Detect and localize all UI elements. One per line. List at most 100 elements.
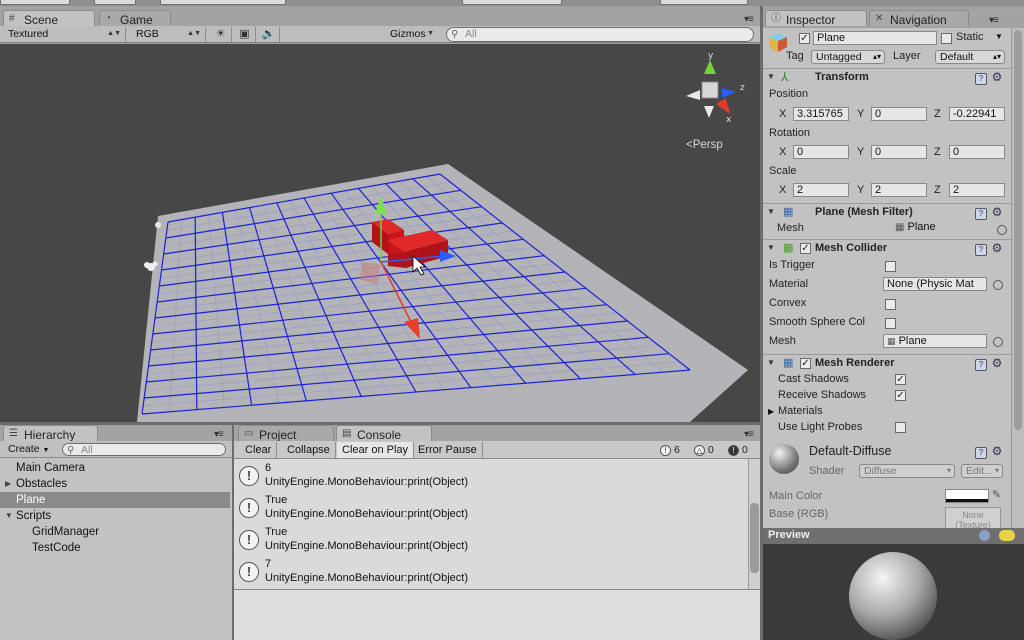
inspector-pane-menu-icon[interactable]: ▾≡ (989, 15, 999, 26)
is-trigger-checkbox[interactable] (885, 261, 896, 272)
log-count-toggle[interactable]: ! 6 (660, 443, 680, 457)
object-picker-icon[interactable] (993, 337, 1003, 347)
image-effects-toggle-icon[interactable]: ▣ (234, 27, 256, 42)
console-scroll-thumb[interactable] (750, 503, 759, 573)
tab-console[interactable]: ▤ Console (336, 425, 432, 442)
scene-search-input[interactable]: ⚲ All (446, 27, 754, 42)
foldout-triangle-icon[interactable]: ▼ (767, 207, 775, 216)
pivot-toggle-group[interactable] (94, 0, 136, 5)
hierarchy-item-main-camera[interactable]: Main Camera (0, 460, 230, 476)
error-count-toggle[interactable]: ! 0 (728, 443, 748, 457)
object-picker-icon[interactable] (993, 280, 1003, 290)
static-checkbox[interactable] (941, 33, 952, 44)
collider-mesh-field[interactable]: ▦ Plane (883, 334, 987, 348)
persp-label[interactable]: <Persp (686, 139, 723, 151)
gear-icon[interactable]: ⚙ (991, 242, 1003, 254)
tab-scene[interactable]: # Scene (3, 10, 95, 27)
layers-dropdown-stub[interactable] (660, 0, 748, 5)
inspector-scroll-thumb[interactable] (1014, 30, 1022, 430)
color-mode-dropdown[interactable]: RGB ▲▼ (132, 27, 206, 42)
error-pause-button[interactable]: Error Pause (413, 442, 483, 458)
playback-controls-left[interactable] (160, 0, 286, 5)
preview-sphere-toggle-icon[interactable] (979, 530, 990, 541)
hierarchy-item-scripts[interactable]: ▼ Scripts (0, 508, 230, 524)
help-book-icon[interactable]: ? (975, 73, 987, 85)
active-checkbox[interactable]: ✓ (799, 33, 810, 44)
scene-viewport[interactable]: y z x <Persp (0, 44, 760, 422)
clear-on-play-button[interactable]: Clear on Play (337, 442, 415, 458)
object-picker-icon[interactable] (997, 225, 1007, 235)
edit-shader-button[interactable]: Edit... ▾ (961, 464, 1003, 478)
tab-project[interactable]: ▭ Project (238, 425, 334, 442)
position-x-field[interactable]: 3.315765 (793, 107, 849, 121)
console-entry[interactable]: ! True UnityEngine.MonoBehaviour:print(O… (234, 491, 748, 523)
eyedropper-icon[interactable]: ✎ (992, 488, 1001, 501)
gizmos-dropdown[interactable]: Gizmos ▼ (386, 27, 438, 42)
tab-navigation[interactable]: ✕ Navigation (869, 10, 969, 27)
rotation-y-field[interactable]: 0 (871, 145, 927, 159)
transform-tools-group[interactable] (0, 0, 70, 5)
scale-y-field[interactable]: 2 (871, 183, 927, 197)
collapse-button[interactable]: Collapse (282, 442, 336, 458)
inspector-scrollbar[interactable] (1011, 28, 1024, 528)
mesh-renderer-header[interactable]: ▼ ▦ ✓ Mesh Renderer ? ⚙ (763, 354, 1011, 372)
mesh-collider-enabled-checkbox[interactable]: ✓ (800, 243, 811, 254)
hierarchy-search-input[interactable]: ⚲ All (62, 443, 226, 456)
shader-dropdown[interactable]: Diffuse ▾ (859, 464, 955, 478)
scene-pane-menu-icon[interactable]: ▾≡ (744, 14, 754, 25)
main-color-swatch[interactable] (945, 489, 989, 503)
console-entry[interactable]: ! 6 UnityEngine.MonoBehaviour:print(Obje… (234, 459, 748, 491)
mesh-field[interactable]: ▦ Plane (895, 221, 936, 233)
help-book-icon[interactable]: ? (975, 447, 987, 459)
smooth-sphere-checkbox[interactable] (885, 318, 896, 329)
receive-shadows-checkbox[interactable]: ✓ (895, 390, 906, 401)
physic-material-field[interactable]: None (Physic Mat (883, 277, 987, 291)
lighting-toggle-icon[interactable]: ☀ (210, 27, 232, 42)
console-pane-menu-icon[interactable]: ▾≡ (744, 429, 754, 440)
console-scrollbar[interactable] (748, 459, 760, 589)
hierarchy-item-obstacles[interactable]: ▶ Obstacles (0, 476, 230, 492)
foldout-triangle-icon[interactable]: ▼ (767, 72, 775, 81)
gear-icon[interactable]: ⚙ (991, 206, 1003, 218)
warning-count-toggle[interactable]: △ 0 (694, 443, 714, 457)
foldout-triangle-icon[interactable]: ▼ (767, 243, 775, 252)
tab-game[interactable]: ◔ Game (99, 10, 171, 27)
hierarchy-item-plane[interactable]: Plane (0, 492, 230, 508)
preview-lights-toggle-icon[interactable] (999, 530, 1015, 541)
tag-dropdown[interactable]: Untagged ▴▾ (811, 50, 885, 64)
mesh-filter-header[interactable]: ▼ ▦ Plane (Mesh Filter) ? ⚙ (763, 203, 1011, 221)
tab-hierarchy[interactable]: ☰ Hierarchy (3, 425, 98, 442)
tab-inspector[interactable]: ⓘ Inspector (765, 10, 867, 27)
collapse-triangle-icon[interactable]: ▼ (5, 508, 13, 524)
rotation-z-field[interactable]: 0 (949, 145, 1005, 159)
scene-view-gizmo[interactable] (686, 60, 736, 118)
position-y-field[interactable]: 0 (871, 107, 927, 121)
texture-slot[interactable]: None (Texture) (945, 507, 1001, 528)
convex-checkbox[interactable] (885, 299, 896, 310)
expand-triangle-icon[interactable]: ▶ (5, 476, 11, 492)
layer-dropdown[interactable]: Default ▴▾ (935, 50, 1005, 64)
render-mode-dropdown[interactable]: Textured ▲▼ (4, 27, 126, 42)
hierarchy-item-testcode[interactable]: TestCode (0, 540, 230, 556)
static-dropdown-arrow-icon[interactable]: ▼ (995, 32, 1003, 41)
help-book-icon[interactable]: ? (975, 359, 987, 371)
audio-toggle-icon[interactable]: 🔈 (258, 27, 280, 42)
mesh-collider-header[interactable]: ▼ ▦ ✓ Mesh Collider ? ⚙ (763, 239, 1011, 257)
transform-header[interactable]: ▼ ⅄ Transform ? ⚙ (763, 68, 1011, 86)
playback-controls[interactable] (462, 0, 562, 5)
rotation-x-field[interactable]: 0 (793, 145, 849, 159)
scale-x-field[interactable]: 2 (793, 183, 849, 197)
help-book-icon[interactable]: ? (975, 244, 987, 256)
clear-button[interactable]: Clear (240, 442, 278, 458)
gear-icon[interactable]: ⚙ (991, 71, 1003, 83)
cast-shadows-checkbox[interactable]: ✓ (895, 374, 906, 385)
foldout-triangle-icon[interactable]: ▼ (767, 358, 775, 367)
object-name-field[interactable]: Plane (813, 31, 937, 45)
position-z-field[interactable]: -0.22941 (949, 107, 1005, 121)
use-light-probes-checkbox[interactable] (895, 422, 906, 433)
mesh-renderer-enabled-checkbox[interactable]: ✓ (800, 358, 811, 369)
help-book-icon[interactable]: ? (975, 208, 987, 220)
hierarchy-pane-menu-icon[interactable]: ▾≡ (214, 429, 224, 440)
create-dropdown[interactable]: Create ▼ (4, 442, 53, 457)
console-entry[interactable]: ! True UnityEngine.MonoBehaviour:print(O… (234, 523, 748, 555)
